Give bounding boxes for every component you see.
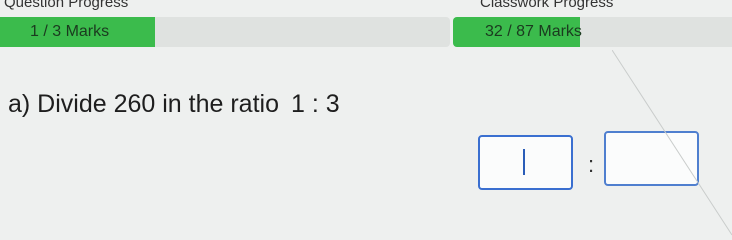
classwork-progress-value: 32 / 87 Marks: [485, 23, 582, 40]
ratio-separator: :: [588, 152, 595, 177]
question-progress-value: 1 / 3 Marks: [30, 23, 110, 40]
question-progress-label: Question Progress: [4, 0, 129, 11]
text-cursor: [523, 149, 525, 175]
ratio-answer-input-1[interactable]: [478, 135, 573, 190]
question-prompt: a) Divide 260 in the ratio: [8, 90, 279, 118]
classwork-progress-label: Classwork Progress: [480, 0, 614, 11]
progress-labels: Question Progress Classwork Progress: [0, 0, 732, 12]
classwork-progress-bar: 32 / 87 Marks: [453, 17, 732, 47]
ratio-answer-input-2[interactable]: [604, 131, 699, 186]
question-progress-bar: 1 / 3 Marks: [0, 17, 450, 47]
question-ratio: 1 : 3: [290, 90, 340, 118]
question-text: a) Divide 260 in the ratio 1 : 3: [8, 90, 340, 119]
progress-bars: 1 / 3 Marks 32 / 87 Marks: [0, 17, 732, 47]
